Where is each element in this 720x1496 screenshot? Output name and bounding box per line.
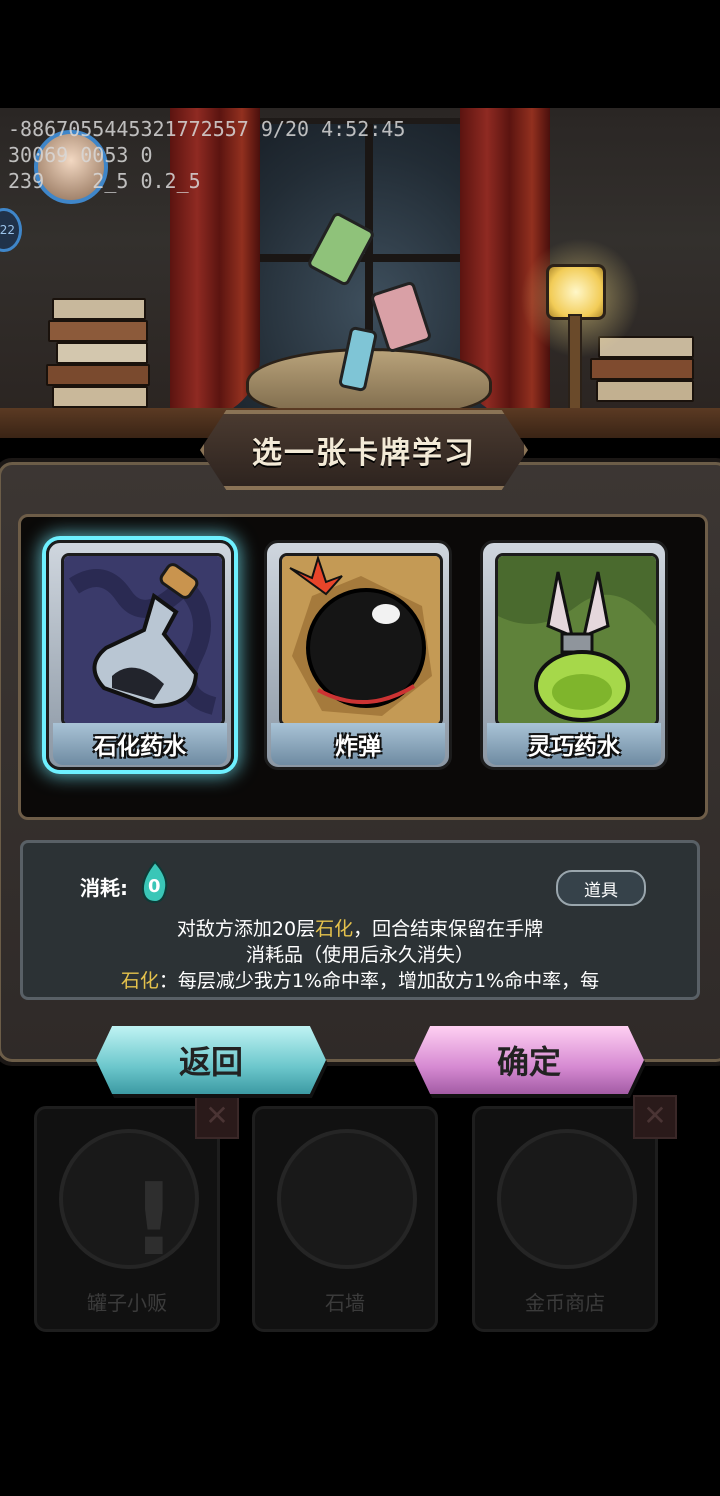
desc-text: ，回合结束保留在手牌 — [353, 918, 544, 940]
shop-label: 金币商店 — [525, 1291, 605, 1315]
card-agility-potion[interactable]: 灵巧药水 — [480, 540, 668, 770]
card-name: 石化药水 — [94, 734, 186, 760]
confirm-button[interactable]: 确定 — [414, 1026, 644, 1094]
back-button[interactable]: 返回 — [96, 1026, 326, 1094]
card-name: 炸弹 — [335, 734, 381, 760]
type-tag: 道具 — [556, 870, 646, 906]
shop-label: 罐子小贩 — [87, 1291, 167, 1315]
lamp-icon — [546, 264, 606, 320]
card-name-band: 炸弹 — [271, 723, 445, 765]
description-line-3: 石化：每层减少我方1%命中率，增加敌方1%命中率，每 — [20, 966, 700, 993]
desc-text: 对敌方添加20层 — [176, 918, 316, 940]
desc-text: 消耗品（使用后永久消失） — [245, 944, 474, 966]
back-button-label: 返回 — [178, 1043, 243, 1081]
keyword-petrify[interactable]: 石化 — [121, 970, 159, 992]
shop-gold-store: 金币商店 ✕ — [472, 1095, 677, 1332]
card-name-band: 石化药水 — [53, 723, 227, 765]
cost-value: 0 — [148, 876, 161, 897]
card-petrify-potion[interactable]: 石化药水 — [46, 540, 234, 770]
stone-wall-icon — [277, 1129, 417, 1269]
side-badge-count: 22 — [0, 223, 15, 237]
description-line-1: 对敌方添加20层石化，回合结束保留在手牌 — [20, 914, 700, 941]
bomb-icon — [279, 553, 443, 727]
debug-line: 30069 0053 0 — [8, 143, 153, 167]
card-bomb[interactable]: 炸弹 — [264, 540, 452, 770]
merchant-icon — [497, 1129, 637, 1269]
card-name: 灵巧药水 — [528, 734, 620, 760]
cost-label: 消耗: — [80, 876, 128, 900]
description-line-2: 消耗品（使用后永久消失） — [20, 940, 700, 967]
confirm-button-label: 确定 — [496, 1043, 561, 1081]
dialog-title-plate: 选一张卡牌学习 — [200, 410, 528, 490]
petrify-potion-icon — [61, 553, 225, 727]
type-tag-label: 道具 — [584, 880, 618, 901]
keyword-petrify[interactable]: 石化 — [315, 918, 353, 940]
debug-overlay: -886705544532177​2557 9/20 4:52:45 30069 … — [8, 116, 405, 194]
shop-jar-vendor: ! 罐子小贩 ✕ — [34, 1095, 239, 1332]
debug-line: 239 2_5 0.2_5 — [8, 169, 201, 193]
agility-potion-icon — [495, 553, 659, 727]
shop-stone-wall: 石墙 — [252, 1106, 438, 1332]
card-name-band: 灵巧药水 — [487, 723, 661, 765]
close-icon: ✕ — [633, 1095, 677, 1139]
shop-label: 石墙 — [325, 1291, 365, 1315]
desc-text: ：每层减少我方1%命中率，增加敌方1%命中率，每 — [158, 970, 600, 992]
exclamation-icon: ! — [59, 1129, 199, 1278]
dialog-title: 选一张卡牌学习 — [252, 436, 476, 471]
debug-line: -886705544532177​2557 9/20 4:52:45 — [8, 117, 406, 141]
close-icon: ✕ — [195, 1095, 239, 1139]
